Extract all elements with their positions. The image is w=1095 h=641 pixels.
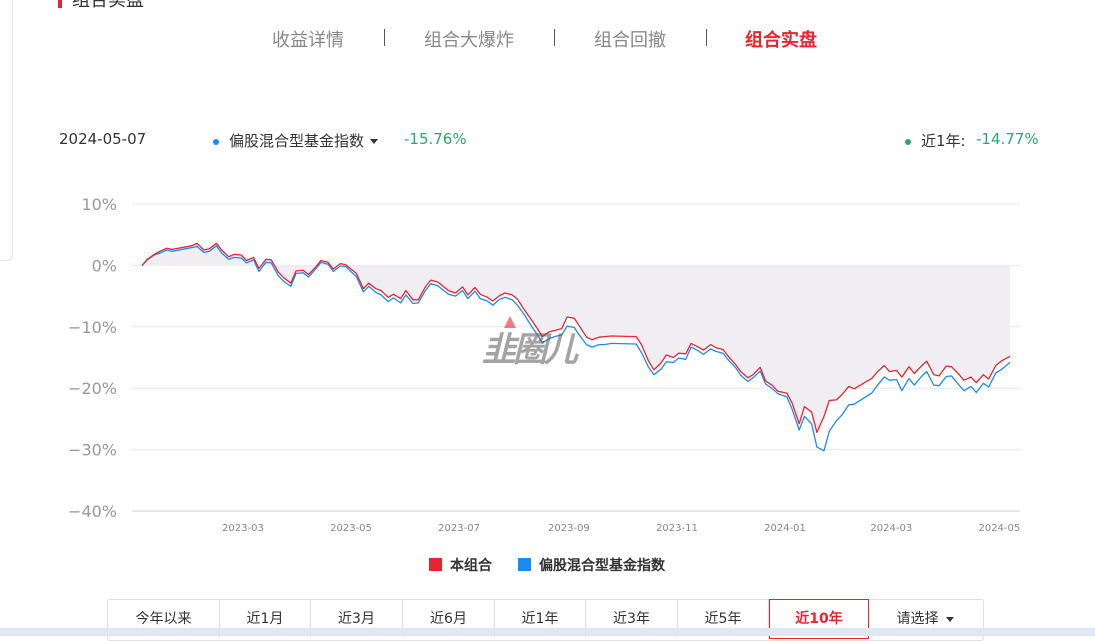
watermark-arrow-icon [504, 316, 516, 328]
benchmark-return: -15.76% [404, 130, 467, 148]
y-tick-label: −30% [68, 441, 117, 460]
tab-bar: 收益详情 组合大爆炸 组合回撤 组合实盘 [0, 26, 1095, 52]
watermark-text: 韭圈儿 [482, 330, 578, 370]
tab-separator [706, 29, 707, 46]
range-custom-label: 请选择 [896, 611, 939, 627]
x-tick-label: 2023-09 [548, 523, 590, 534]
period-dot-icon [905, 138, 911, 145]
x-tick-label: 2024-03 [870, 523, 912, 534]
legend-swatch-portfolio [429, 558, 442, 571]
period-return: -14.77% [976, 130, 1039, 148]
portfolio-area [142, 243, 1010, 433]
section-title-marker [58, 0, 62, 8]
x-tick-label: 2024-05 [978, 523, 1020, 534]
legend-label-index: 偏股混合型基金指数 [539, 558, 665, 574]
section-title-text: 组合实盘 [72, 0, 144, 11]
tab-portfolio-drawdown[interactable]: 组合回撤 [594, 26, 666, 52]
y-tick-label: −10% [68, 318, 117, 337]
chart-info-row: 2024-05-07 偏股混合型基金指数 -15.76% 近1年: -14.77… [0, 128, 1095, 150]
tab-separator [554, 29, 555, 46]
chart-legend: 本组合 偏股混合型基金指数 [0, 555, 1095, 575]
y-tick-label: −20% [68, 379, 117, 398]
x-tick-label: 2023-05 [330, 523, 372, 534]
caret-down-icon [370, 139, 379, 144]
y-tick-label: 0% [92, 256, 117, 275]
caret-down-icon [945, 616, 954, 622]
y-tick-label: −40% [68, 502, 117, 521]
legend-swatch-index [518, 558, 531, 571]
selected-date: 2024-05-07 [59, 130, 147, 148]
tab-portfolio-live[interactable]: 组合实盘 [745, 26, 817, 52]
watermark-logo: 韭圈儿 [482, 316, 578, 371]
benchmark-select-label: 偏股混合型基金指数 [229, 132, 365, 150]
period-label: 近1年: [905, 130, 966, 151]
legend-item-portfolio[interactable]: 本组合 [429, 555, 492, 575]
legend-item-index[interactable]: 偏股混合型基金指数 [518, 555, 665, 575]
tab-return-details[interactable]: 收益详情 [272, 26, 344, 52]
x-tick-label: 2024-01 [764, 523, 806, 534]
browser-bottom-strip [0, 628, 1095, 636]
benchmark-dot-icon [213, 138, 219, 145]
x-tick-label: 2023-11 [656, 523, 698, 534]
section-title: 组合实盘 [58, 0, 144, 12]
benchmark-select[interactable]: 偏股混合型基金指数 [213, 130, 379, 151]
x-tick-label: 2023-07 [438, 523, 480, 534]
period-label-text: 近1年: [921, 132, 966, 150]
legend-label-portfolio: 本组合 [450, 558, 492, 574]
x-tick-label: 2023-03 [222, 523, 264, 534]
tab-separator [384, 29, 385, 46]
y-tick-label: 10% [81, 195, 117, 214]
tab-portfolio-explosion[interactable]: 组合大爆炸 [424, 26, 514, 52]
